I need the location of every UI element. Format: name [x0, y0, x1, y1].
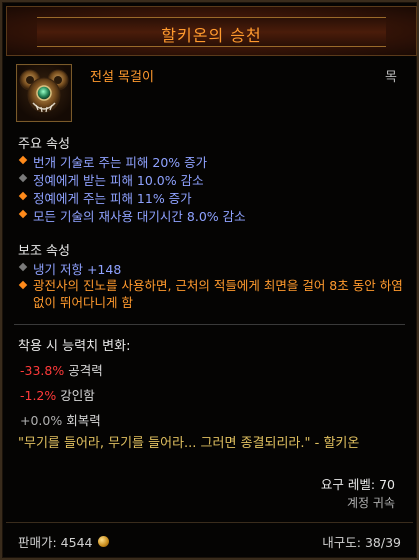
item-slot: 목: [385, 70, 397, 85]
stat-change-header: 착용 시 능력치 변화:: [18, 339, 131, 354]
stat-text: 번개 기술로 주는 피해 20% 증가: [33, 155, 208, 170]
stat-change-label: 회복력: [66, 413, 101, 428]
item-type: 전설 목걸이: [90, 70, 154, 85]
tooltip-header: 할키온의 승천: [6, 6, 417, 56]
stat-text: 정예에게 받는 피해 10.0% 감소: [33, 173, 204, 188]
item-tooltip: 할키온의 승천 전설 목걸이 목 주요 속성 번개 기술로 주는 피해 20% …: [0, 0, 419, 560]
primary-stat: 번개 기술로 주는 피해 20% 증가: [18, 152, 207, 171]
secondary-stat: 냉기 저항 +148: [18, 259, 121, 278]
secondary-header: 보조 속성: [18, 244, 70, 259]
primary-stat: 정예에게 받는 피해 10.0% 감소: [18, 170, 204, 189]
primary-stat: 모든 기술의 재사용 대기시간 8.0% 감소: [18, 206, 246, 225]
stat-change-value: +0.0%: [20, 413, 63, 428]
stat-change-value: -33.8%: [20, 363, 65, 378]
durability: 내구도: 38/39: [322, 535, 401, 550]
primary-header: 주요 속성: [18, 137, 70, 152]
primary-stat: 정예에게 주는 피해 11% 증가: [18, 188, 192, 207]
flavor-text: "무기를 들어라, 무기를 들어라... 그러면 종결되리라." - 할키온: [18, 436, 360, 451]
sell-price: 판매가: 4544: [18, 532, 109, 551]
price-label: 판매가: 4544: [18, 535, 93, 550]
stat-change-row: -1.2% 강인함: [20, 385, 95, 404]
stat-text: 모든 기술의 재사용 대기시간 8.0% 감소: [33, 209, 246, 224]
bullet-icon: [18, 173, 28, 183]
stat-change-row: +0.0% 회복력: [20, 410, 101, 429]
stat-text: 냉기 저항 +148: [33, 262, 122, 277]
divider: [14, 324, 405, 325]
stat-change-label: 강인함: [60, 388, 95, 403]
bullet-icon: [18, 155, 28, 165]
bullet-icon: [18, 191, 28, 201]
bullet-icon: [18, 262, 28, 272]
stat-change-row: -33.8% 공격력: [20, 360, 103, 379]
bullet-icon: [18, 209, 28, 219]
gold-coin-icon: [97, 536, 109, 547]
affix-text: 광전사의 진노를 사용하면, 근처의 적들에게 최면을 걸어 8초 동안 하염없…: [33, 278, 403, 310]
stat-change-value: -1.2%: [20, 388, 57, 403]
item-name: 할키온의 승천: [161, 26, 262, 45]
binding-status: 계정 귀속: [347, 496, 395, 510]
level-requirement: 요구 레벨: 70: [320, 477, 395, 492]
bullet-icon: [18, 280, 28, 290]
stat-text: 정예에게 주는 피해 11% 증가: [33, 191, 192, 206]
legendary-affix: 광전사의 진노를 사용하면, 근처의 적들에게 최면을 걸어 8초 동안 하염없…: [18, 277, 413, 311]
stat-change-label: 공격력: [68, 363, 103, 378]
amulet-icon: [16, 64, 72, 122]
tooltip-footer: 판매가: 4544 내구도: 38/39: [6, 522, 413, 556]
